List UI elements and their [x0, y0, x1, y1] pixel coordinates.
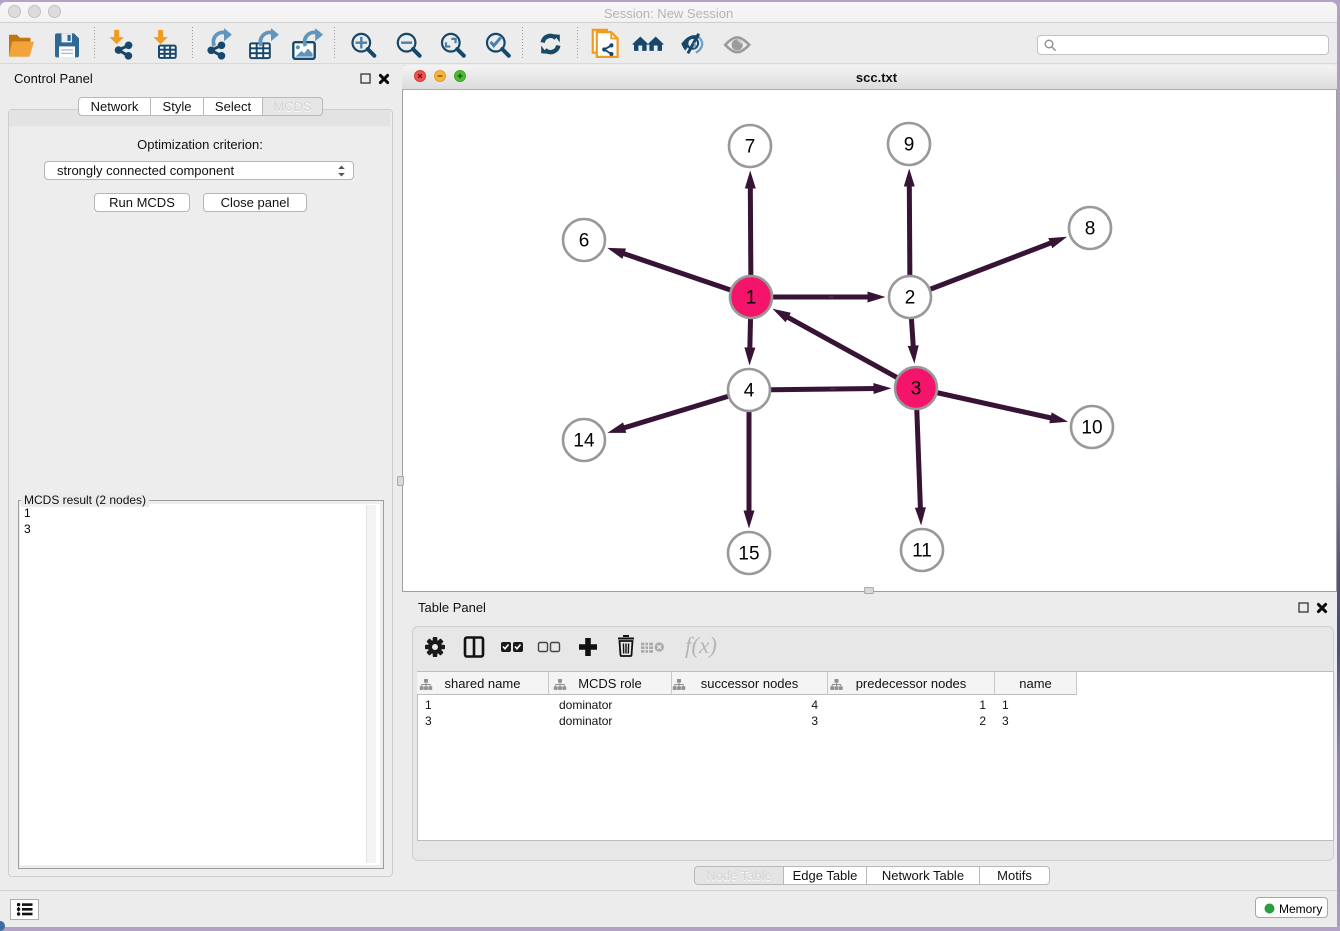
svg-text:7: 7 — [745, 137, 756, 158]
svg-text:14: 14 — [573, 431, 595, 452]
svg-text:4: 4 — [744, 381, 755, 402]
svg-text:8: 8 — [1085, 219, 1096, 240]
svg-text:f(x): f(x) — [685, 633, 717, 658]
svg-text:2: 2 — [905, 288, 916, 309]
svg-text:3: 3 — [911, 379, 922, 400]
svg-text:11: 11 — [912, 541, 932, 562]
svg-text:9: 9 — [904, 135, 915, 156]
svg-text:15: 15 — [738, 544, 759, 565]
svg-text:1: 1 — [746, 288, 757, 309]
svg-text:6: 6 — [579, 231, 590, 252]
svg-text:10: 10 — [1081, 418, 1102, 439]
